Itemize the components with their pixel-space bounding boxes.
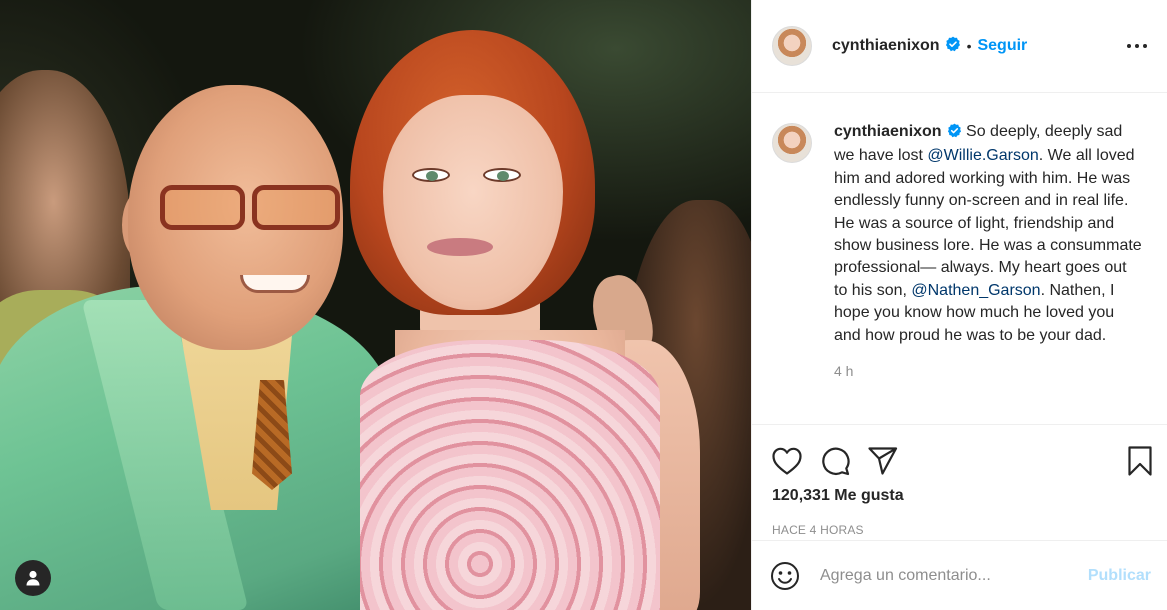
- tagged-users-button[interactable]: [15, 560, 51, 596]
- username-link[interactable]: cynthiaenixon: [832, 37, 940, 55]
- add-comment-bar: Publicar: [752, 540, 1167, 610]
- like-count[interactable]: 120,331 Me gusta: [752, 483, 1167, 505]
- emoji-button[interactable]: [770, 561, 800, 591]
- emoji-icon: [771, 561, 799, 590]
- post-timestamp[interactable]: HACE 4 HORAS: [752, 505, 1167, 537]
- share-button[interactable]: [868, 447, 898, 475]
- heart-icon: [772, 447, 802, 475]
- username-link[interactable]: cynthiaenixon: [834, 123, 942, 140]
- post-photo[interactable]: [0, 0, 751, 610]
- caption-timestamp[interactable]: 4 h: [834, 360, 1144, 382]
- avatar[interactable]: [772, 123, 812, 163]
- mention-link[interactable]: @Nathen_Garson: [911, 282, 1040, 299]
- verified-badge-icon: [945, 36, 961, 57]
- save-button[interactable]: [1127, 446, 1153, 476]
- woman-eye: [412, 168, 450, 182]
- comment-icon: [822, 447, 850, 476]
- comment-input[interactable]: [820, 566, 1088, 585]
- post-header: cynthiaenixon • Seguir: [752, 0, 1167, 93]
- man-glasses: [160, 185, 245, 230]
- caption: cynthiaenixon So deeply, deeply sad we h…: [772, 121, 1147, 382]
- man-smile: [240, 275, 310, 293]
- user-icon: [26, 570, 40, 586]
- comment-button[interactable]: [820, 446, 850, 476]
- separator-dot: •: [966, 38, 972, 54]
- publish-button[interactable]: Publicar: [1088, 567, 1151, 585]
- verified-badge-icon: [947, 123, 962, 145]
- woman-dress: [360, 340, 660, 610]
- post-sidebar: cynthiaenixon • Seguir cynthiaenixon So …: [751, 0, 1167, 610]
- woman-eye: [483, 168, 521, 182]
- avatar[interactable]: [772, 26, 812, 66]
- bookmark-icon: [1128, 446, 1152, 476]
- mention-link[interactable]: @Willie.Garson: [927, 147, 1038, 164]
- follow-button[interactable]: Seguir: [977, 37, 1027, 55]
- caption-text: . We all loved him and adored working wi…: [834, 147, 1142, 299]
- caption-body: cynthiaenixon So deeply, deeply sad we h…: [834, 121, 1144, 382]
- share-icon: [868, 447, 898, 475]
- woman-lips: [427, 238, 493, 256]
- like-button[interactable]: [772, 447, 802, 475]
- action-bar: [752, 425, 1167, 483]
- man-glasses: [252, 185, 340, 230]
- more-options-icon[interactable]: [1123, 36, 1151, 56]
- comments-section: cynthiaenixon So deeply, deeply sad we h…: [752, 93, 1167, 425]
